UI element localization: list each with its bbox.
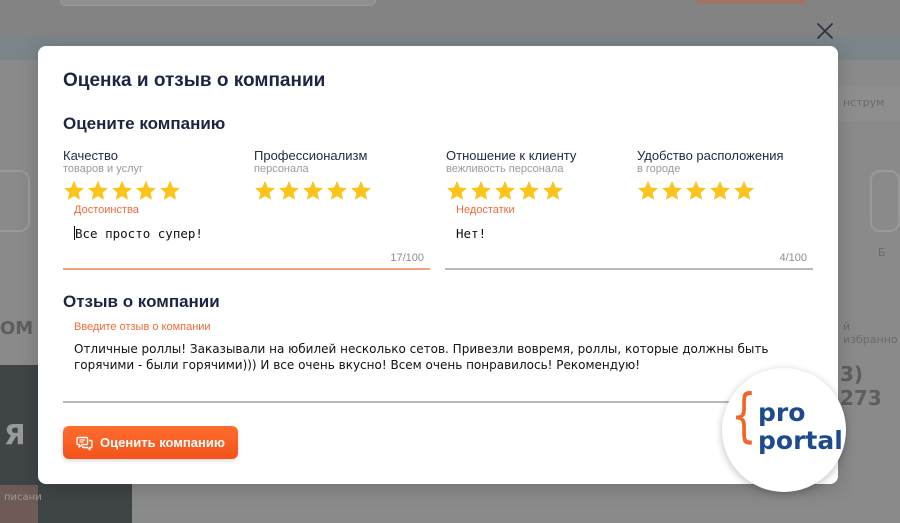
- criterion-professionalism: Профессионализм персонала: [254, 148, 434, 201]
- submit-rating-label: Оценить компанию: [100, 435, 225, 450]
- star-icon[interactable]: [254, 180, 276, 201]
- cons-counter: 4/100: [779, 252, 807, 264]
- bg-text: ОМ: [0, 318, 34, 339]
- star-icon[interactable]: [302, 180, 324, 201]
- logo-brace: {: [731, 381, 757, 449]
- proportal-logo: { pro portal: [722, 368, 846, 492]
- star-icon[interactable]: [278, 180, 300, 201]
- star-icon[interactable]: [542, 180, 564, 201]
- bg-text: 3) 273: [840, 362, 882, 410]
- star-icon[interactable]: [111, 180, 133, 201]
- modal-title: Оценка и отзыв о компании: [63, 70, 326, 91]
- pros-label: Достоинства: [74, 204, 139, 216]
- criterion-sub: товаров и услуг: [63, 163, 144, 175]
- star-icon[interactable]: [63, 180, 85, 201]
- cons-value[interactable]: Нет!: [456, 226, 486, 241]
- bg-text: Б: [878, 246, 886, 259]
- star-icon[interactable]: [350, 180, 372, 201]
- cons-underline: [445, 268, 813, 270]
- bg-search-bar: [60, 0, 376, 6]
- star-icon[interactable]: [87, 180, 109, 201]
- star-icon[interactable]: [470, 180, 492, 201]
- criterion-sub: вежливость персонала: [446, 163, 564, 175]
- bg-text: й избранно: [843, 320, 898, 346]
- review-label: Введите отзыв о компании: [74, 321, 211, 333]
- close-button[interactable]: [814, 20, 836, 42]
- criterion-attitude: Отношение к клиенту вежливость персонала: [446, 148, 626, 201]
- star-icon[interactable]: [159, 180, 181, 201]
- star-rating[interactable]: [637, 180, 817, 201]
- criterion-sub: в городе: [637, 163, 681, 175]
- criterion-sub: персонала: [254, 163, 309, 175]
- submit-rating-button[interactable]: Оценить компанию: [63, 426, 238, 459]
- cons-field[interactable]: Недостатки Нет! 4/100: [445, 204, 813, 270]
- star-icon[interactable]: [709, 180, 731, 201]
- review-modal: Оценка и отзыв о компании Оцените компан…: [38, 46, 838, 484]
- pros-underline: [63, 268, 430, 270]
- pros-value-wrap[interactable]: Все просто супер!: [74, 226, 203, 241]
- review-section-title: Отзыв о компании: [63, 292, 220, 311]
- bg-right-card: [870, 170, 900, 232]
- star-icon[interactable]: [733, 180, 755, 201]
- review-underline: [63, 401, 813, 403]
- star-rating[interactable]: [63, 180, 243, 201]
- star-rating[interactable]: [254, 180, 434, 201]
- star-icon[interactable]: [637, 180, 659, 201]
- rate-section-title: Оцените компанию: [63, 114, 226, 133]
- pros-counter: 17/100: [390, 252, 424, 264]
- star-icon[interactable]: [518, 180, 540, 201]
- review-value[interactable]: Отличные роллы! Заказывали на юбилей нес…: [74, 341, 794, 373]
- star-icon[interactable]: [661, 180, 683, 201]
- criterion-quality: Качество товаров и услуг: [63, 148, 243, 201]
- logo-line-1: pro: [758, 398, 806, 427]
- bg-text: нструм: [843, 96, 885, 109]
- star-icon[interactable]: [326, 180, 348, 201]
- star-icon[interactable]: [446, 180, 468, 201]
- chat-bubbles-icon: [76, 436, 93, 450]
- criterion-label: Профессионализм: [254, 148, 368, 163]
- close-icon: [817, 23, 833, 39]
- review-field[interactable]: Введите отзыв о компании Отличные роллы!…: [63, 321, 813, 405]
- criterion-label: Удобство расположения: [637, 148, 784, 163]
- logo-line-2: portal: [758, 426, 843, 455]
- star-icon[interactable]: [135, 180, 157, 201]
- bg-text: писани: [4, 492, 42, 503]
- criterion-location: Удобство расположения в городе: [637, 148, 817, 201]
- star-rating[interactable]: [446, 180, 626, 201]
- bg-left-banner-bottom: [0, 485, 38, 523]
- criterion-label: Отношение к клиенту: [446, 148, 577, 163]
- bg-left-card: [0, 170, 30, 232]
- bg-header-button: [695, 0, 807, 4]
- star-icon[interactable]: [494, 180, 516, 201]
- pros-value: Все просто супер!: [75, 226, 203, 241]
- pros-field[interactable]: Достоинства Все просто супер! 17/100: [63, 204, 430, 270]
- cons-label: Недостатки: [456, 204, 515, 216]
- bg-text: Я: [4, 418, 26, 451]
- criterion-label: Качество: [63, 148, 118, 163]
- star-icon[interactable]: [685, 180, 707, 201]
